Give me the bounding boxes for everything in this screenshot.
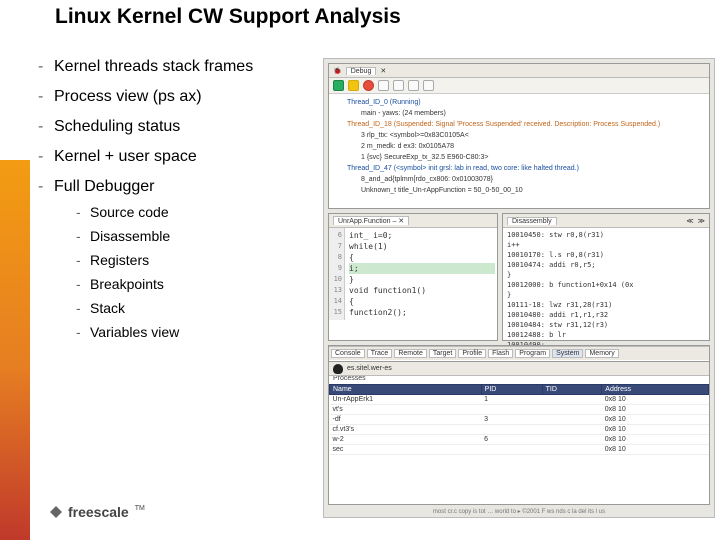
tab-source[interactable]: UnrApp.Function – ✕: [333, 216, 409, 225]
dis-line: 10111-18: lwz r31,28(r31): [507, 300, 705, 310]
brand-name: freescale: [68, 504, 129, 520]
dis-line: }: [507, 290, 705, 300]
gutter: 67 89 10 1314 15: [329, 228, 345, 320]
bullet: Scheduling status: [38, 118, 318, 136]
table-row[interactable]: Un-rAppErk110x8 10: [330, 395, 709, 405]
trademark: TM: [135, 505, 145, 512]
src-line: int_ i=0;: [349, 230, 495, 241]
src-line-current: i;: [349, 263, 495, 274]
disassembly-view[interactable]: 10010450: stw r0,8(r31) i++ 10010170: l.…: [503, 228, 709, 352]
tab-target[interactable]: Target: [429, 349, 456, 358]
debug-pane: 🐞 Debug ✕ Thread_ID_0 (Running) main - y…: [328, 63, 710, 209]
copyright: most cr.c copy is tot … world to ▸ ©2001…: [433, 508, 605, 515]
table-row[interactable]: -df30x8 10: [330, 415, 709, 425]
tree-node[interactable]: Thread_ID_18 (Suspended: Signal 'Process…: [333, 119, 705, 130]
bottom-tabs: Console Trace Remote Target Profile Flas…: [328, 345, 710, 361]
debug-toolbar: [329, 78, 709, 94]
source-tabbar: UnrApp.Function – ✕: [329, 214, 497, 228]
tab-remote[interactable]: Remote: [394, 349, 427, 358]
terminate-icon[interactable]: [363, 80, 374, 91]
disassembly-pane: Disassembly ≪ ≫ 10010450: stw r0,8(r31) …: [502, 213, 710, 341]
table-row[interactable]: w-260x8 10: [330, 435, 709, 445]
tree-node[interactable]: main - yaws: (24 members): [333, 108, 705, 119]
tab-profile[interactable]: Profile: [458, 349, 486, 358]
source-pane: UnrApp.Function – ✕ 67 89 10 1314 15 int…: [328, 213, 498, 341]
tab-system[interactable]: System: [552, 349, 583, 358]
bullet: Process view (ps ax): [38, 88, 318, 106]
dis-line: 10010170: l.s r0,8(r31): [507, 250, 705, 260]
tab-debug[interactable]: Debug: [346, 67, 377, 75]
col-pid[interactable]: PID: [481, 385, 542, 395]
step-return-icon[interactable]: [408, 80, 419, 91]
tab-trace[interactable]: Trace: [367, 349, 393, 358]
src-line: void function1(): [349, 285, 495, 296]
slide-title: Linux Kernel CW Support Analysis: [55, 5, 401, 29]
dis-line: 10010480: addi r1,r1,r32: [507, 310, 705, 320]
tab-program[interactable]: Program: [515, 349, 550, 358]
suspend-icon[interactable]: [348, 80, 359, 91]
system-path[interactable]: es.sitel.wer-es: [347, 365, 392, 372]
bullet: Full Debugger Source code Disassemble Re…: [38, 178, 318, 340]
table-row[interactable]: cf.vt3's0x8 10: [330, 425, 709, 435]
system-pane: es.sitel.wer-es Descriptor EPRS; onlinux…: [328, 361, 710, 505]
tree-node[interactable]: Unknown_t title_Un-rAppFunction = 50_0-5…: [333, 185, 705, 196]
src-line: }: [349, 274, 495, 285]
dis-line: 10010484: stw r31,12(r3): [507, 320, 705, 330]
tab-memory[interactable]: Memory: [585, 349, 618, 358]
tab-disassembly[interactable]: Disassembly: [507, 217, 557, 225]
close-icon[interactable]: ✕: [380, 67, 386, 75]
bullet: Kernel + user space: [38, 148, 318, 166]
dis-line: i++: [507, 240, 705, 250]
dis-line: 10010474: addi r0,r5;: [507, 260, 705, 270]
sub-bullet: Breakpoints: [76, 276, 318, 292]
thread-tree: Thread_ID_0 (Running) main - yaws: (24 m…: [329, 94, 709, 199]
dis-line: }: [507, 270, 705, 280]
dis-line: 10010450: stw r0,8(r31): [507, 230, 705, 240]
sub-bullet: Disassemble: [76, 228, 318, 244]
nav-prev-icon[interactable]: ≪: [686, 217, 693, 225]
sub-bullet: Registers: [76, 252, 318, 268]
stack-frame[interactable]: 3 rlp_ttx: <symbol>=0x83C0105A<: [333, 130, 705, 141]
src-line: function2();: [349, 307, 495, 318]
dis-line: 10012000: b function1+0x14 (0x: [507, 280, 705, 290]
src-line: {: [349, 296, 495, 307]
linux-icon: [333, 364, 343, 374]
tree-node[interactable]: 8_and_ad{tplmm[rdo_cx806: 0x01003078}: [333, 174, 705, 185]
col-addr[interactable]: Address: [602, 385, 709, 395]
resume-icon[interactable]: [333, 80, 344, 91]
footer-logo: freescale TM: [50, 504, 145, 520]
source-editor[interactable]: 67 89 10 1314 15 int_ i=0; while(1) { i;…: [329, 228, 497, 320]
step-into-icon[interactable]: [378, 80, 389, 91]
tab-flash[interactable]: Flash: [488, 349, 513, 358]
table-row[interactable]: sec0x8 10: [330, 445, 709, 455]
col-tid[interactable]: TID: [542, 385, 602, 395]
tab-console[interactable]: Console: [331, 349, 365, 358]
tree-node[interactable]: Thread_ID_47 (<symbol> init grsl: lab in…: [333, 163, 705, 174]
disasm-tabbar: Disassembly ≪ ≫: [503, 214, 709, 228]
stack-frame[interactable]: 2 m_medk: d ex3: 0x0105A78: [333, 141, 705, 152]
step-over-icon[interactable]: [393, 80, 404, 91]
debugger-screenshot: 🐞 Debug ✕ Thread_ID_0 (Running) main - y…: [323, 58, 715, 518]
tree-node[interactable]: Thread_ID_0 (Running): [333, 97, 705, 108]
accent-stripe: [0, 160, 30, 540]
bullet: Kernel threads stack frames: [38, 58, 318, 76]
sub-bullet: Stack: [76, 300, 318, 316]
bug-icon: 🐞: [333, 67, 342, 75]
process-table: Name PID TID Address Un-rAppErk110x8 10v…: [329, 384, 709, 455]
stack-frame[interactable]: 1 {svc} SecureExp_tx_32.5 E960-C80:3>: [333, 152, 705, 163]
src-line: {: [349, 252, 495, 263]
col-name[interactable]: Name: [330, 385, 482, 395]
nav-next-icon[interactable]: ≫: [698, 217, 705, 225]
drop-frame-icon[interactable]: [423, 80, 434, 91]
debug-tabbar: 🐞 Debug ✕: [329, 64, 709, 78]
table-row[interactable]: vt's0x8 10: [330, 405, 709, 415]
src-line: while(1): [349, 241, 495, 252]
bullet-label: Full Debugger: [54, 178, 155, 195]
sub-bullet: Variables view: [76, 324, 318, 340]
sub-bullet: Source code: [76, 204, 318, 220]
dis-line: 10012488: b lr: [507, 330, 705, 340]
slide-body: Kernel threads stack frames Process view…: [38, 58, 318, 352]
logo-chip-icon: [50, 506, 62, 518]
